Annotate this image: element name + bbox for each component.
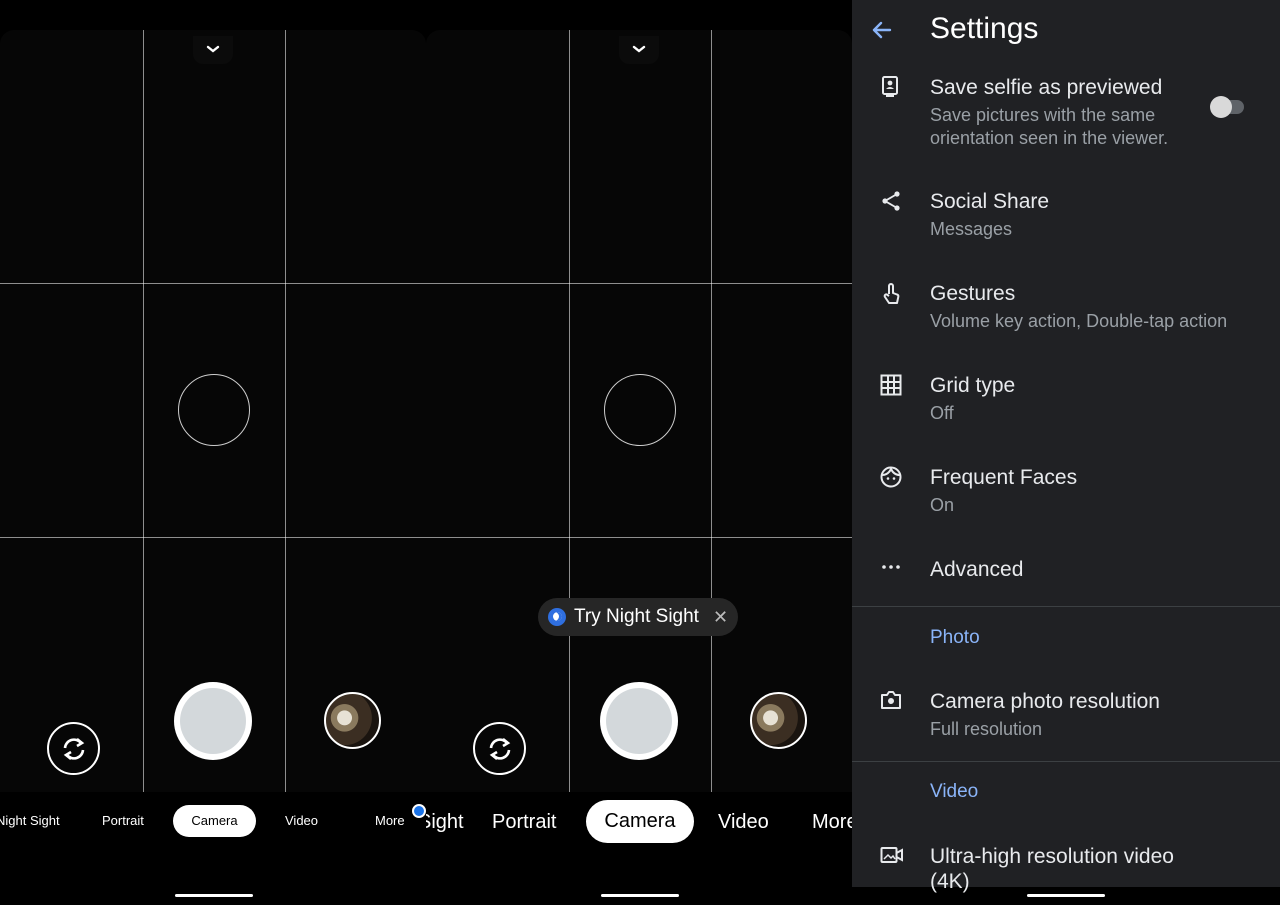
notification-dot [412, 804, 426, 818]
video-camera-icon [880, 845, 903, 867]
grid-line [0, 283, 426, 284]
gesture-nav-bar[interactable] [175, 894, 253, 897]
mode-selector: Night Sight Portrait Camera Video More [0, 800, 426, 844]
save-selfie-toggle[interactable] [1210, 96, 1244, 118]
mode-camera-active[interactable]: Camera [173, 805, 256, 837]
share-icon [880, 190, 902, 212]
switch-camera-icon [489, 737, 511, 761]
grid-line [569, 30, 570, 792]
setting-subtitle: Full resolution [930, 719, 1043, 739]
night-sight-suggestion-chip[interactable]: Try Night Sight ✕ [538, 598, 739, 636]
gesture-hand-icon [880, 282, 902, 304]
back-arrow-icon[interactable] [870, 18, 894, 47]
setting-subtitle: Messages [930, 219, 1013, 239]
section-header-photo: Photo [930, 627, 980, 648]
divider [852, 606, 1280, 607]
setting-title: Save selfie as previewed [930, 76, 1163, 99]
focus-ring [604, 374, 676, 446]
gallery-thumbnail[interactable] [324, 692, 381, 749]
moon-icon [548, 608, 566, 626]
grid-line [143, 30, 144, 792]
camera-panel-left: Night Sight Portrait Camera Video More [0, 0, 426, 905]
camera-panel-middle: Try Night Sight ✕ Sight Portrait Camera … [426, 0, 852, 905]
settings-panel: Settings Save selfie as previewed Save p… [852, 0, 1280, 905]
setting-title: Social Share [930, 190, 1050, 213]
settings-title: Settings [930, 12, 1039, 45]
switch-camera-button[interactable] [47, 722, 100, 775]
setting-subtitle: On [930, 495, 955, 515]
grid-icon [880, 374, 902, 396]
setting-subtitle: Save pictures with the same [930, 105, 1156, 125]
mode-night-sight[interactable]: Night Sight [0, 813, 60, 828]
mode-camera-active[interactable]: Camera [586, 800, 694, 843]
setting-subtitle: orientation seen in the viewer. [930, 128, 1169, 148]
mode-selector: Sight Portrait Camera Video More [426, 800, 852, 844]
divider [852, 761, 1280, 762]
gesture-nav-bar[interactable] [1027, 894, 1105, 897]
chevron-down-icon[interactable] [193, 36, 233, 64]
mode-night-sight[interactable]: Sight [426, 811, 464, 834]
section-header-video: Video [930, 781, 979, 802]
setting-title: Ultra-high resolution video [930, 845, 1174, 868]
mode-video[interactable]: Video [285, 813, 318, 828]
setting-title: Frequent Faces [930, 466, 1078, 489]
setting-title: Gestures [930, 282, 1016, 305]
setting-title: Advanced [930, 558, 1024, 581]
grid-line [426, 283, 852, 284]
grid-line [711, 30, 712, 792]
shutter-button[interactable] [174, 682, 252, 760]
setting-title: Grid type [930, 374, 1016, 397]
night-sight-hint-label: Try Night Sight [574, 606, 699, 627]
mode-video[interactable]: Video [718, 811, 769, 834]
shutter-button[interactable] [600, 682, 678, 760]
setting-title-continued: (4K) [930, 870, 970, 893]
camera-icon [880, 690, 902, 712]
gesture-nav-bar[interactable] [601, 894, 679, 897]
switch-camera-icon [63, 737, 85, 761]
grid-line [0, 537, 426, 538]
mode-portrait[interactable]: Portrait [492, 811, 556, 834]
face-icon [880, 466, 902, 488]
setting-subtitle: Off [930, 403, 954, 423]
setting-subtitle: Volume key action, Double-tap action [930, 311, 1228, 331]
grid-line [285, 30, 286, 792]
more-horiz-icon [880, 558, 902, 580]
viewfinder[interactable]: Try Night Sight ✕ [426, 30, 852, 792]
focus-ring [178, 374, 250, 446]
close-icon[interactable]: ✕ [713, 607, 728, 628]
switch-camera-button[interactable] [473, 722, 526, 775]
mode-more[interactable]: More [375, 813, 405, 828]
chevron-down-icon[interactable] [619, 36, 659, 64]
mode-portrait[interactable]: Portrait [102, 813, 144, 828]
settings-background: Settings Save selfie as previewed Save p… [852, 0, 1280, 893]
grid-line [426, 537, 852, 538]
selfie-portrait-icon [880, 76, 902, 98]
setting-title: Camera photo resolution [930, 690, 1160, 713]
viewfinder[interactable] [0, 30, 426, 792]
gallery-thumbnail[interactable] [750, 692, 807, 749]
mode-more[interactable]: More [812, 811, 852, 834]
